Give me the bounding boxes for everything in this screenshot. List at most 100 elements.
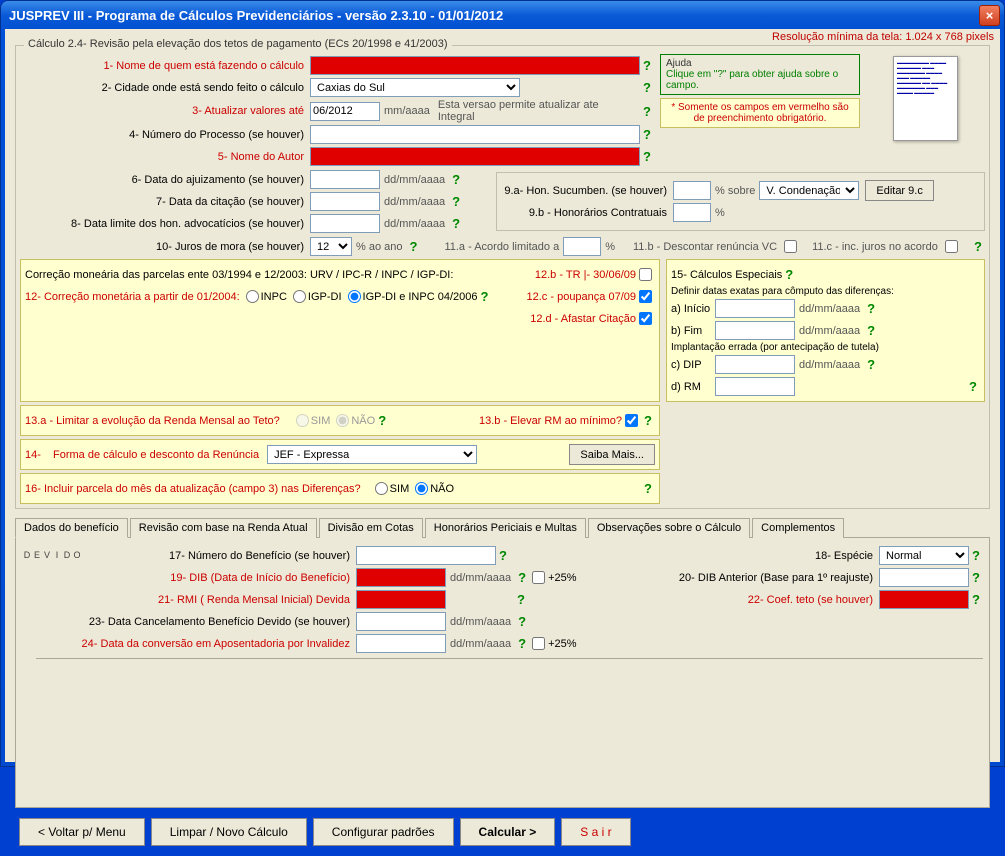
help-16[interactable]: ? <box>641 481 655 496</box>
label-1: 1- Nome de quem está fazendo o cálculo <box>20 60 310 72</box>
help-4[interactable]: ? <box>640 127 654 142</box>
help-23[interactable]: ? <box>515 614 529 629</box>
label-20: 20- DIB Anterior (Base para 1º reajuste) <box>649 572 879 584</box>
select-renuncia[interactable]: JEF - Expressa <box>267 445 477 464</box>
help-13b[interactable]: ? <box>641 413 655 428</box>
hint-15a: dd/mm/aaaa <box>795 303 864 315</box>
button-sair[interactable]: S a i r <box>561 818 630 846</box>
tab-divisao-cotas[interactable]: Divisão em Cotas <box>319 518 423 538</box>
input-20[interactable] <box>879 568 969 587</box>
input-24[interactable] <box>356 634 446 653</box>
help-15b[interactable]: ? <box>864 323 878 338</box>
input-15d[interactable] <box>715 377 795 396</box>
label-23: 23- Data Cancelamento Benefício Devido (… <box>36 616 356 628</box>
hint-3: mm/aaaa <box>380 105 434 117</box>
label-3: 3- Atualizar valores até <box>20 105 310 117</box>
button-editar-9c[interactable]: Editar 9.c <box>865 180 933 201</box>
input-22[interactable] <box>879 590 969 609</box>
hint-6: dd/mm/aaaa <box>380 174 449 186</box>
check-11b[interactable] <box>784 240 797 253</box>
input-processo[interactable] <box>310 125 640 144</box>
input-19[interactable] <box>356 568 446 587</box>
radio-igpdi[interactable] <box>293 290 306 303</box>
button-calcular[interactable]: Calcular > <box>460 818 556 846</box>
tab-revisao-renda-atual[interactable]: Revisão com base na Renda Atual <box>130 518 317 538</box>
label-9a: 9.a- Hon. Sucumben. (se houver) <box>503 185 673 197</box>
help-19[interactable]: ? <box>515 570 529 585</box>
note-3: Esta versao permite atualizar ate Integr… <box>434 99 640 123</box>
input-23[interactable] <box>356 612 446 631</box>
hint-8: dd/mm/aaaa <box>380 218 449 230</box>
input-21[interactable] <box>356 590 446 609</box>
check-11c[interactable] <box>945 240 958 253</box>
select-juros[interactable]: 12 <box>310 237 352 256</box>
check-19-p25[interactable] <box>532 571 545 584</box>
select-9a-base[interactable]: V. Condenação <box>759 181 859 200</box>
help-12[interactable]: ? <box>477 289 491 304</box>
help-5[interactable]: ? <box>640 149 654 164</box>
input-citacao[interactable] <box>310 192 380 211</box>
check-13b[interactable] <box>625 414 638 427</box>
radio-16-nao[interactable] <box>415 482 428 495</box>
input-nome-autor[interactable] <box>310 147 640 166</box>
input-9a[interactable] <box>673 181 711 200</box>
check-24-p25[interactable] <box>532 637 545 650</box>
check-12d[interactable] <box>639 312 652 325</box>
help-13a[interactable]: ? <box>375 413 389 428</box>
input-11a[interactable] <box>563 237 601 256</box>
help-15a[interactable]: ? <box>864 301 878 316</box>
tab-dados-beneficio[interactable]: Dados do benefício <box>15 518 128 538</box>
help-15c[interactable]: ? <box>864 357 878 372</box>
help-21[interactable]: ? <box>514 592 528 607</box>
help-3[interactable]: ? <box>640 104 654 119</box>
input-15a[interactable] <box>715 299 795 318</box>
radio-both[interactable] <box>348 290 361 303</box>
tab-complementos[interactable]: Complementos <box>752 518 844 538</box>
report-thumbnail[interactable]: ▬▬▬▬▬▬▬▬ ▬▬▬▬ ▬▬▬▬▬▬ ▬▬▬ ▬▬▬▬▬▬▬ ▬▬▬▬ ▬▬… <box>893 56 958 141</box>
input-15b[interactable] <box>715 321 795 340</box>
radio-16-sim[interactable] <box>375 482 388 495</box>
help-7[interactable]: ? <box>449 194 463 209</box>
warning-box: * Somente os campos em vermelho são de p… <box>660 98 860 128</box>
tab-honorarios[interactable]: Honorários Periciais e Multas <box>425 518 586 538</box>
help-18[interactable]: ? <box>969 548 983 563</box>
input-atualizar-ate[interactable] <box>310 102 380 121</box>
help-22[interactable]: ? <box>969 592 983 607</box>
help-2[interactable]: ? <box>640 80 654 95</box>
radio-inpc[interactable] <box>246 290 259 303</box>
help-8[interactable]: ? <box>449 216 463 231</box>
tab-observacoes[interactable]: Observações sobre o Cálculo <box>588 518 750 538</box>
help-10[interactable]: ? <box>406 239 420 254</box>
label-15-impl: Implantação errada (por antecipação de t… <box>671 342 980 353</box>
label-13b: 13.b - Elevar RM ao mínimo? <box>479 415 622 427</box>
button-limpar[interactable]: Limpar / Novo Cálculo <box>151 818 307 846</box>
input-hon-limite[interactable] <box>310 214 380 233</box>
input-15c[interactable] <box>715 355 795 374</box>
help-17[interactable]: ? <box>496 548 510 563</box>
check-12c[interactable] <box>639 290 652 303</box>
button-configurar[interactable]: Configurar padrões <box>313 818 454 846</box>
button-saiba-mais[interactable]: Saiba Mais... <box>569 444 655 465</box>
help-20[interactable]: ? <box>969 570 983 585</box>
close-icon[interactable]: × <box>979 5 1000 26</box>
help-15[interactable]: ? <box>782 267 796 282</box>
select-cidade[interactable]: Caxias do Sul <box>310 78 520 97</box>
label-18: 18- Espécie <box>789 550 879 562</box>
help-15d[interactable]: ? <box>966 379 980 394</box>
button-voltar[interactable]: < Voltar p/ Menu <box>19 818 145 846</box>
input-nome-calculista[interactable] <box>310 56 640 75</box>
input-9b[interactable] <box>673 203 711 222</box>
help-24[interactable]: ? <box>515 636 529 651</box>
label-21: 21- RMI ( Renda Mensal Inicial) Devida <box>36 594 356 606</box>
hint-15c: dd/mm/aaaa <box>795 359 864 371</box>
input-ajuizamento[interactable] <box>310 170 380 189</box>
lbl-16-nao: NÃO <box>430 483 454 495</box>
tabs: Dados do benefício Revisão com base na R… <box>15 517 990 538</box>
help-1[interactable]: ? <box>640 58 654 73</box>
select-especie[interactable]: Normal <box>879 546 969 565</box>
help-11[interactable]: ? <box>971 239 985 254</box>
check-12b[interactable] <box>639 268 652 281</box>
input-17[interactable] <box>356 546 496 565</box>
label-4: 4- Número do Processo (se houver) <box>20 129 310 141</box>
help-6[interactable]: ? <box>449 172 463 187</box>
